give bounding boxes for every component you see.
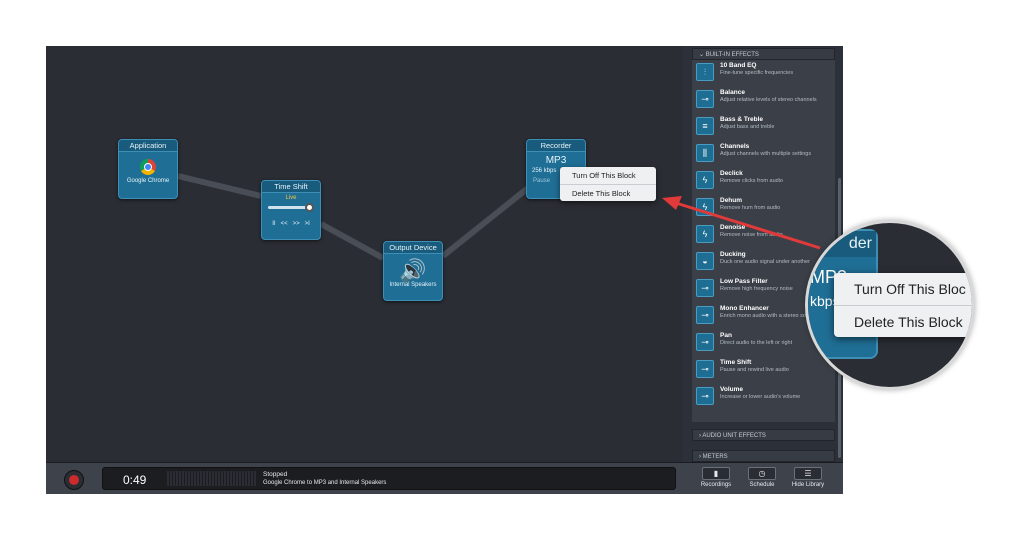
zoomed-block-title: der: [808, 231, 876, 257]
zoomed-delete-item: Delete This Block: [854, 314, 963, 330]
zoom-callout: der MP3 kbps Turn Off This Bloc Delete T…: [805, 220, 975, 390]
zoomed-turn-off-item: Turn Off This Bloc: [854, 281, 966, 297]
zoomed-context-menu: Turn Off This Bloc Delete This Block: [834, 273, 972, 337]
